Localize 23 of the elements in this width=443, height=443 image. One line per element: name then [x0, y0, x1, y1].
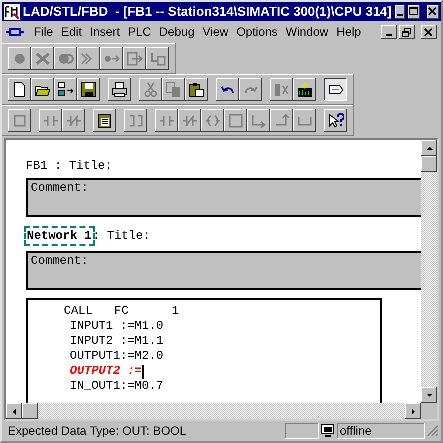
- menu-item[interactable]: Window: [282, 25, 333, 39]
- network-title: : Title:: [92, 228, 150, 244]
- code-line: IN_OUT1:=M0.7: [70, 379, 164, 394]
- block-title: FB1 : Title:: [26, 158, 114, 174]
- status-message: Expected Data Type: OUT: BOOL: [7, 424, 188, 438]
- code-line: OUTPUT1:=M2.0: [70, 349, 164, 364]
- menu-item[interactable]: File: [30, 25, 58, 39]
- menu-item[interactable]: Edit: [57, 25, 86, 39]
- menu-item[interactable]: PLC: [124, 25, 156, 39]
- menu-item[interactable]: Insert: [86, 25, 124, 39]
- comment-field[interactable]: Comment:: [26, 251, 421, 290]
- code-line: INPUT1 :=M1.0: [70, 319, 164, 334]
- window-title: LAD/STL/FBD - [FB1 -- Station314\SIMATIC 300(1)\CPU 314]: [23, 4, 392, 19]
- code-line: CALL FC 1: [64, 304, 180, 319]
- error-text: OUTPUT2 :=: [70, 364, 142, 379]
- connection-status: offline: [337, 423, 425, 439]
- menu-item[interactable]: Help: [332, 25, 366, 39]
- code-line: INPUT2 :=M1.1: [70, 334, 164, 349]
- network-label[interactable]: Network 1: [26, 228, 93, 244]
- comment-field[interactable]: Comment:: [26, 178, 421, 217]
- menu-item[interactable]: Options: [232, 25, 282, 39]
- menu-item[interactable]: View: [198, 25, 233, 39]
- menu-item[interactable]: Debug: [155, 25, 199, 39]
